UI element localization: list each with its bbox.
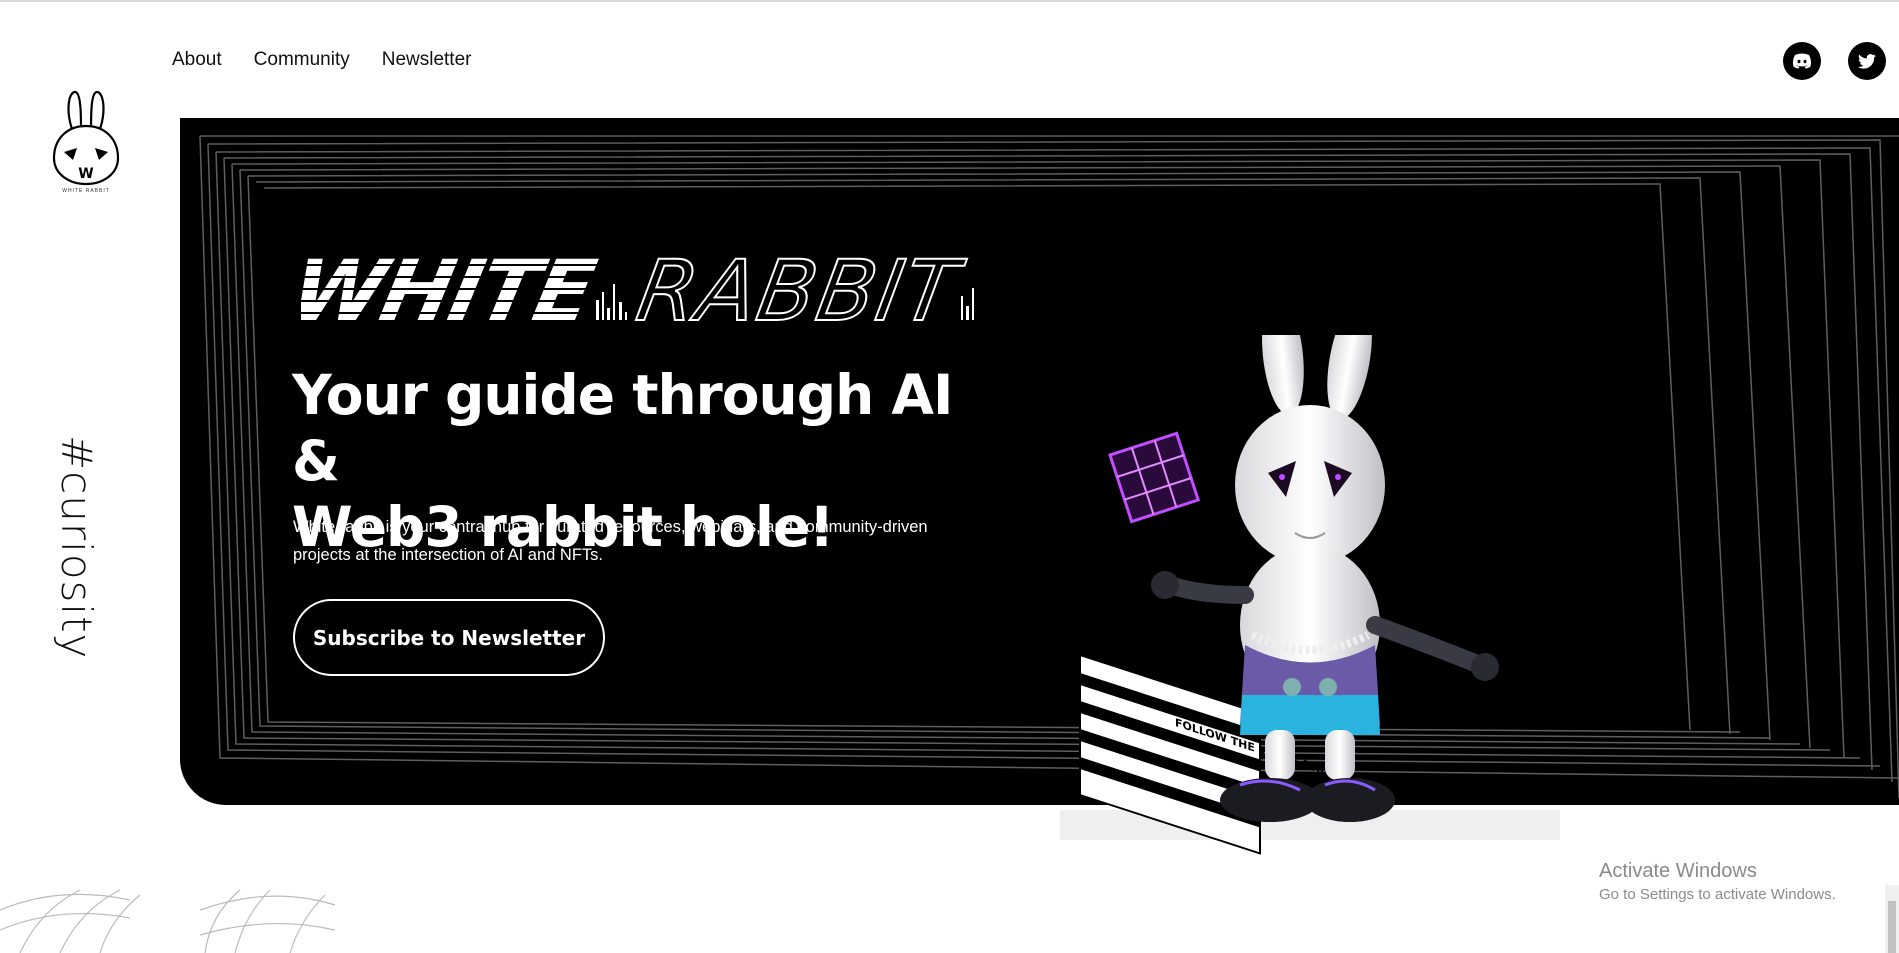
activation-title: Activate Windows [1599,860,1757,882]
hero-description: White rabbit is your central hub for cur… [293,518,928,564]
discord-icon [1793,53,1811,69]
page: About Community Newsletter W WHITE RABBI… [0,0,1899,953]
twitter-icon [1858,53,1876,69]
glowing-cube [1108,431,1201,524]
activation-subtitle: Go to Settings to activate Windows. [1599,886,1836,903]
white-rabbit-wordmark: WHITE RABBIT [301,250,974,330]
wordmark-rabbit: RABBIT [630,250,971,330]
social-links [1783,42,1886,80]
scrollbar-thumb[interactable] [1888,901,1896,953]
headline-line1: Your guide through AI & [292,363,953,493]
wireframe-globe-decoration [0,889,336,953]
sidebar-hashtag: #curiosity [3,435,101,659]
discord-button[interactable] [1783,42,1821,80]
subscribe-newsletter-button[interactable]: Subscribe to Newsletter [293,599,605,676]
white-rabbit-logo[interactable]: W [51,90,121,200]
page-scrollbar[interactable] [1885,885,1899,953]
hashtag-text: #curiosity [52,435,101,660]
nav-link-about[interactable]: About [172,49,222,71]
nav-link-community[interactable]: Community [254,49,350,71]
main-nav: About Community Newsletter [172,49,471,71]
logo-caption: WHITE RABBIT [62,188,110,194]
logo-letter: W [78,166,93,182]
top-divider [0,0,1899,2]
twitter-button[interactable] [1848,42,1886,80]
rabbit-mascot-illustration: FOLLOW THE WHITE RABBIT [1060,335,1560,855]
nav-link-newsletter[interactable]: Newsletter [382,49,472,71]
windows-activation-notice: Activate Windows Go to Settings to activ… [1599,860,1836,903]
